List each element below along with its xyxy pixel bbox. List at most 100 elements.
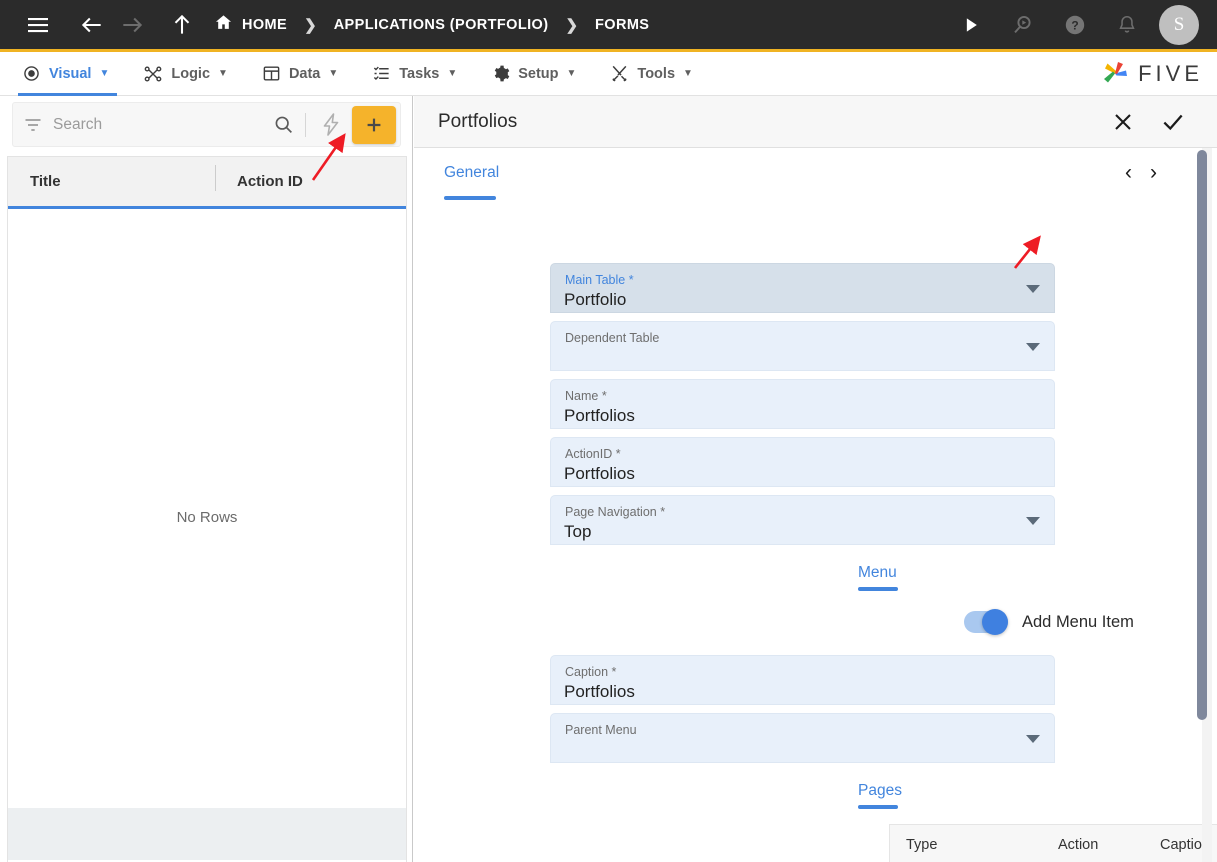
gear-icon [491,64,510,83]
chevron-down-icon[interactable] [1026,517,1040,525]
prev-page-icon[interactable]: ‹ [1125,162,1132,183]
menu-label-data: Data [288,65,321,82]
menu-label-setup: Setup [518,65,559,82]
add-menu-item-row[interactable]: Add Menu Item [964,609,1134,635]
field-label-action-id: ActionID * [565,447,621,461]
grid-header-row: Title Action ID [8,157,406,209]
search-run-icon[interactable] [1003,5,1043,45]
page-title: Portfolios [438,110,518,132]
five-pinwheel-icon [1104,61,1128,82]
form-detail-panel: Portfolios General ‹ › Main Table * Port… [414,96,1217,862]
close-icon[interactable] [1109,108,1137,136]
field-dependent-table[interactable]: Dependent Table [550,321,1055,371]
chevron-down-icon[interactable] [1026,735,1040,743]
save-check-icon[interactable] [1159,108,1187,136]
detail-header-actions [1109,108,1217,136]
menu-item-visual[interactable]: Visual ▼ [10,52,121,96]
menu-item-tools[interactable]: Tools ▼ [598,52,705,96]
search-bar [12,102,401,147]
menu-label-logic: Logic [171,65,211,82]
field-label-name: Name * [565,389,607,403]
filter-icon[interactable] [13,115,53,135]
arrow-right-icon [112,5,152,45]
field-name[interactable]: Name * Portfolios [550,379,1055,429]
detail-header: Portfolios [414,96,1217,148]
breadcrumb-separator-icon-2: ❯ [565,16,579,34]
chevron-down-icon: ▼ [218,68,228,79]
menu-item-tasks[interactable]: Tasks ▼ [360,52,469,96]
table-icon [262,64,281,83]
top-navigation-bar: HOME ❯ APPLICATIONS (PORTFOLIO) ❯ FORMS [0,0,1217,52]
help-icon[interactable]: ? [1055,5,1095,45]
hamburger-icon[interactable] [18,5,58,45]
chevron-down-icon: ▼ [99,68,110,79]
search-input[interactable] [53,115,265,134]
search-icon[interactable] [265,114,301,135]
toggle-knob [982,609,1008,635]
field-value-name: Portfolios [564,406,635,425]
menu-item-data[interactable]: Data ▼ [250,52,350,96]
general-tab-row: General ‹ › [414,148,1217,206]
run-icon[interactable] [951,5,991,45]
tasks-list-icon [372,64,391,83]
field-value-page-navigation: Top [564,522,592,541]
brand-text: FIVE [1138,60,1203,86]
breadcrumb-item-home[interactable]: HOME [214,13,287,36]
menu-label-tools: Tools [637,65,676,82]
field-caption[interactable]: Caption * Portfolios [550,655,1055,705]
breadcrumb-item-forms[interactable]: FORMS [595,17,649,33]
breadcrumb-label-applications: APPLICATIONS (PORTFOLIO) [333,16,549,33]
menu-item-setup[interactable]: Setup ▼ [479,52,588,96]
field-value-action-id: Portfolios [564,464,635,483]
page-navigator: ‹ › [1125,162,1157,183]
chevron-down-icon[interactable] [1026,285,1040,293]
field-page-navigation[interactable]: Page Navigation * Top [550,495,1055,545]
chevron-down-icon: ▼ [566,68,577,79]
menu-item-logic[interactable]: Logic ▼ [131,52,240,96]
top-bar-actions: ? S [951,4,1217,45]
avatar[interactable]: S [1159,4,1199,45]
chevron-down-icon: ▼ [328,68,339,79]
toggle-add-menu-item[interactable] [964,609,1008,635]
field-parent-menu[interactable]: Parent Menu [550,713,1055,763]
field-label-parent-menu: Parent Menu [565,723,637,737]
grid-column-action-id[interactable]: Action ID [215,165,405,191]
application-window: HOME ❯ APPLICATIONS (PORTFOLIO) ❯ FORMS [0,0,1217,862]
breadcrumb: HOME ❯ APPLICATIONS (PORTFOLIO) ❯ FORMS [214,13,649,36]
field-label-page-navigation: Page Navigation * [565,505,666,519]
arrow-up-icon[interactable] [162,5,202,45]
next-page-icon[interactable]: › [1150,162,1157,183]
svg-text:?: ? [1071,18,1078,32]
pages-column-type: Type [906,836,938,853]
field-action-id[interactable]: ActionID * Portfolios [550,437,1055,487]
pages-table-header: Type Action Caption + [890,825,1217,862]
notifications-icon[interactable] [1107,5,1147,45]
section-label-menu: Menu [858,564,898,591]
section-label-pages: Pages [858,782,902,809]
lightning-bolt-icon[interactable] [310,112,352,138]
add-form-button[interactable] [352,105,396,144]
five-logo: FIVE [1099,59,1203,89]
module-menu-bar: Visual ▼ Logic ▼ Data ▼ Tasks ▼ Setup ▼ … [0,52,1217,96]
empty-state-message: No Rows [176,509,238,526]
detail-scrollbar-thumb[interactable] [1197,150,1207,720]
chevron-down-icon[interactable] [1026,343,1040,351]
menu-label-visual: Visual [49,65,92,82]
home-icon [214,13,233,36]
toggle-label-add-menu-item: Add Menu Item [1022,612,1134,631]
forms-grid: Title Action ID No Rows [7,156,407,862]
field-main-table[interactable]: Main Table * Portfolio [550,263,1055,313]
grid-column-title[interactable]: Title [8,173,215,190]
tab-general[interactable]: General [444,164,499,200]
arrow-left-icon[interactable] [72,5,112,45]
logic-nodes-icon [143,64,163,84]
tools-icon [610,64,629,83]
grid-body: No Rows [8,209,406,862]
chevron-down-icon: ▼ [683,68,693,79]
detail-scrollbar-track[interactable] [1197,148,1212,862]
menu-label-tasks: Tasks [399,65,440,82]
detail-scroll-area: General ‹ › Main Table * Portfolio Depen… [414,148,1217,862]
eye-icon [22,64,41,83]
pages-table: Type Action Caption + Form General [889,824,1217,862]
breadcrumb-item-applications[interactable]: APPLICATIONS (PORTFOLIO) [334,17,549,33]
